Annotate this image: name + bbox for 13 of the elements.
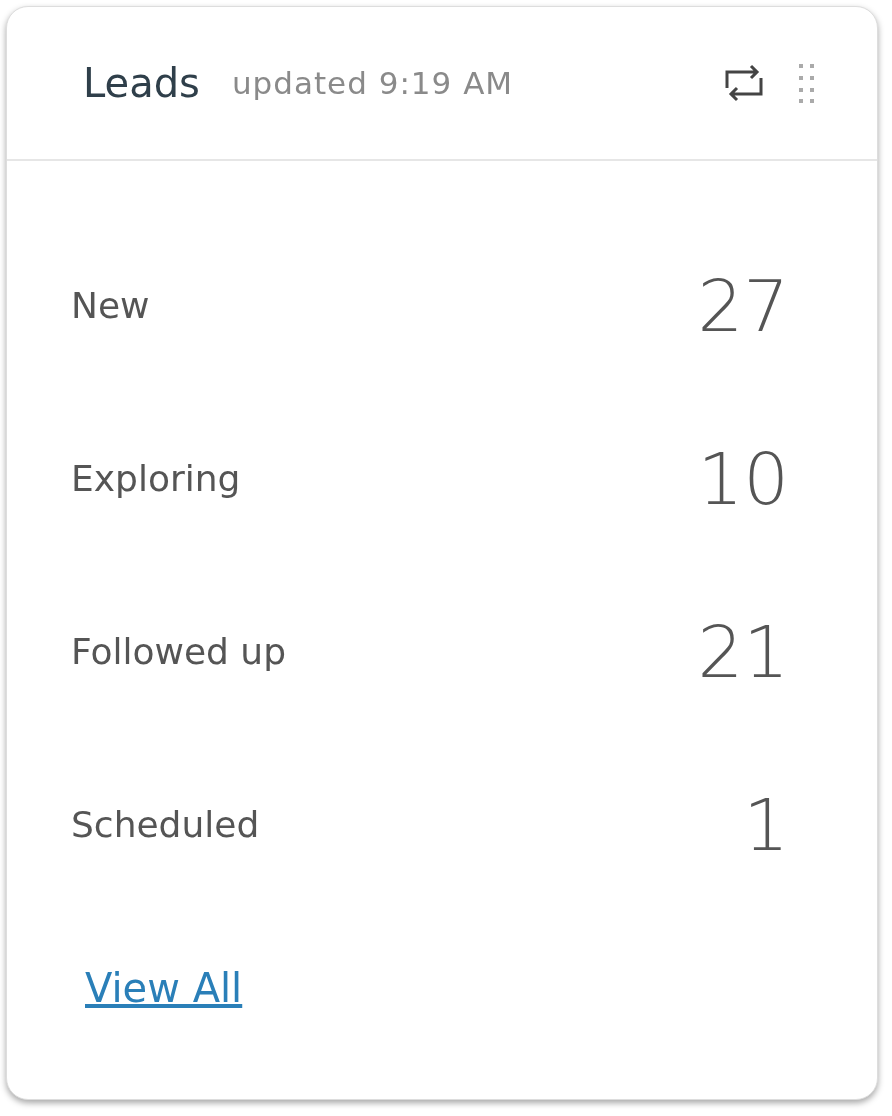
view-all-link[interactable]: View All — [85, 965, 243, 1011]
lead-count: 1 — [743, 782, 789, 867]
card-title: Leads — [83, 60, 200, 106]
lead-count: 21 — [697, 609, 789, 694]
status-label: Scheduled — [71, 804, 260, 845]
drag-handle-icon[interactable] — [797, 62, 817, 104]
refresh-icon[interactable] — [723, 62, 765, 104]
lead-count: 10 — [697, 436, 789, 521]
lead-count: 27 — [697, 263, 789, 348]
status-label: New — [71, 285, 150, 326]
updated-time: updated 9:19 AM — [231, 65, 515, 101]
status-label: Followed up — [71, 631, 287, 672]
status-label: Exploring — [71, 458, 241, 499]
